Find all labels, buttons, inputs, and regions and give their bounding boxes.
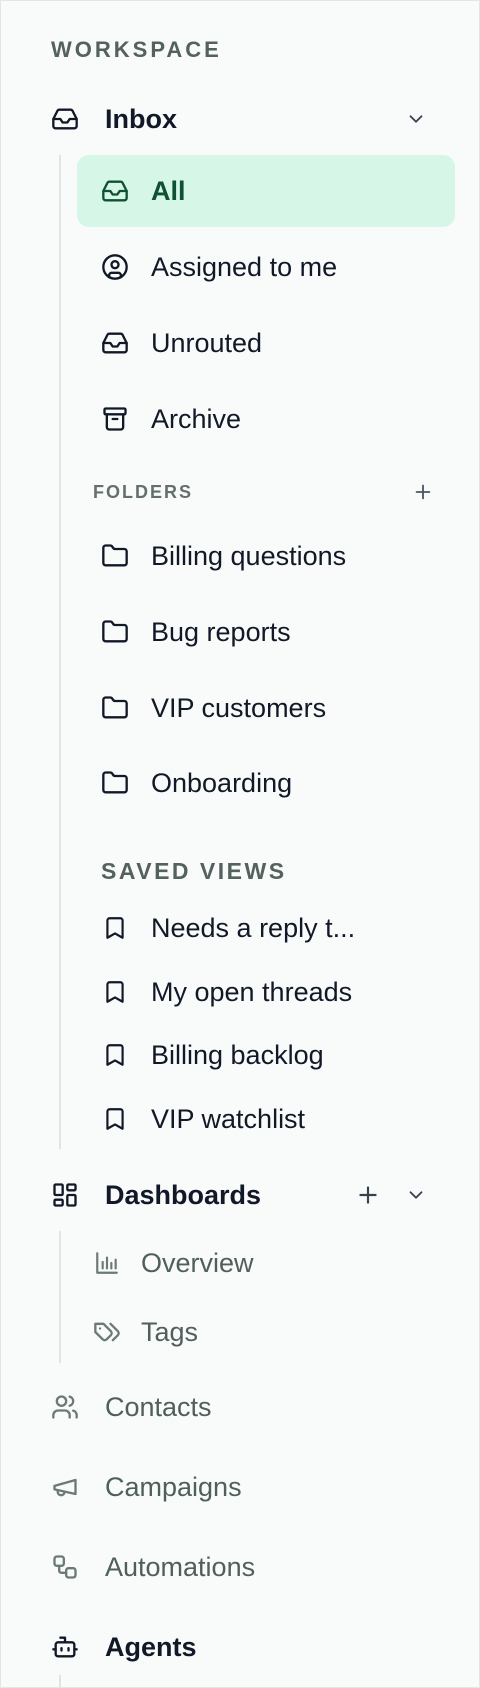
saved-view-needs-a-reply[interactable]: Needs a reply t... — [101, 908, 355, 948]
dashboard-item-overview[interactable]: Overview — [93, 1243, 254, 1283]
inbox-item-assigned-to-me[interactable]: Assigned to me — [101, 247, 337, 287]
inbox-item-label: Archive — [151, 403, 242, 434]
chevron-down-icon — [405, 108, 427, 130]
folder-item-label: VIP customers — [151, 692, 327, 723]
inbox-icon — [101, 329, 129, 357]
workspace-heading: WORKSPACE — [51, 37, 222, 62]
folder-icon — [101, 694, 129, 722]
plus-icon — [355, 1182, 381, 1208]
bar-chart-icon — [93, 1249, 121, 1277]
chevron-down-icon — [405, 1184, 427, 1206]
inbox-item-archive[interactable]: Archive — [101, 399, 241, 439]
nav-item-inbox[interactable]: Inbox — [51, 99, 177, 139]
folder-icon — [101, 618, 129, 646]
inbox-item-label: Unrouted — [151, 327, 263, 358]
nav-item-dashboards[interactable]: Dashboards — [51, 1175, 261, 1215]
add-folder-button[interactable] — [408, 477, 438, 507]
inbox-item-label: Assigned to me — [151, 251, 338, 282]
inbox-label: Inbox — [105, 103, 177, 134]
dashboards-tree-line — [59, 1231, 61, 1363]
saved-view-label: Billing backlog — [151, 1039, 324, 1070]
dashboards-label: Dashboards — [105, 1179, 262, 1210]
folder-item-label: Bug reports — [151, 616, 291, 647]
folder-item-onboarding[interactable]: Onboarding — [101, 763, 292, 803]
users-icon — [51, 1393, 79, 1421]
dashboard-item-tags[interactable]: Tags — [93, 1312, 198, 1352]
automations-label: Automations — [105, 1551, 256, 1582]
dashboard-item-label: Overview — [141, 1247, 254, 1278]
inbox-icon — [51, 105, 79, 133]
folder-icon — [101, 769, 129, 797]
bookmark-icon — [101, 1105, 129, 1133]
folder-item-billing-questions[interactable]: Billing questions — [101, 536, 346, 576]
nav-item-campaigns[interactable]: Campaigns — [51, 1467, 242, 1507]
agents-tree-line — [59, 1675, 61, 1687]
bot-icon — [51, 1633, 79, 1661]
contacts-label: Contacts — [105, 1391, 212, 1422]
plus-icon — [412, 481, 434, 503]
folders-heading: FOLDERS — [93, 482, 194, 502]
inbox-collapse-button[interactable] — [401, 104, 431, 134]
saved-view-billing-backlog[interactable]: Billing backlog — [101, 1035, 324, 1075]
agents-label: Agents — [105, 1631, 197, 1662]
workflow-icon — [51, 1553, 79, 1581]
inbox-item-all[interactable]: All — [101, 171, 186, 211]
bookmark-icon — [101, 978, 129, 1006]
bookmark-icon — [101, 1041, 129, 1069]
folder-item-vip-customers[interactable]: VIP customers — [101, 688, 326, 728]
megaphone-icon — [51, 1473, 79, 1501]
sidebar: WORKSPACE Inbox All Assigned to me Unrou… — [0, 0, 480, 1688]
inbox-icon — [101, 177, 129, 205]
saved-view-my-open-threads[interactable]: My open threads — [101, 972, 352, 1012]
archive-icon — [101, 405, 129, 433]
user-circle-icon — [101, 253, 129, 281]
dashboard-item-label: Tags — [141, 1316, 199, 1347]
saved-view-label: VIP watchlist — [151, 1103, 306, 1134]
folder-icon — [101, 542, 129, 570]
nav-item-agents[interactable]: Agents — [51, 1627, 197, 1667]
nav-item-automations[interactable]: Automations — [51, 1547, 255, 1587]
add-dashboard-button[interactable] — [353, 1180, 383, 1210]
folder-item-label: Billing questions — [151, 540, 347, 571]
inbox-item-label: All — [151, 175, 186, 206]
bookmark-icon — [101, 914, 129, 942]
campaigns-label: Campaigns — [105, 1471, 242, 1502]
layout-dashboard-icon — [51, 1181, 79, 1209]
dashboards-collapse-button[interactable] — [401, 1180, 431, 1210]
folder-item-bug-reports[interactable]: Bug reports — [101, 612, 291, 652]
inbox-item-unrouted[interactable]: Unrouted — [101, 323, 262, 363]
inbox-tree-line — [59, 155, 61, 1149]
tag-icon — [93, 1318, 121, 1346]
saved-view-label: Needs a reply t... — [151, 912, 356, 943]
saved-view-label: My open threads — [151, 976, 353, 1007]
nav-item-contacts[interactable]: Contacts — [51, 1387, 212, 1427]
saved-view-vip-watchlist[interactable]: VIP watchlist — [101, 1099, 305, 1139]
saved-views-heading: SAVED VIEWS — [101, 858, 287, 884]
folder-item-label: Onboarding — [151, 767, 293, 798]
